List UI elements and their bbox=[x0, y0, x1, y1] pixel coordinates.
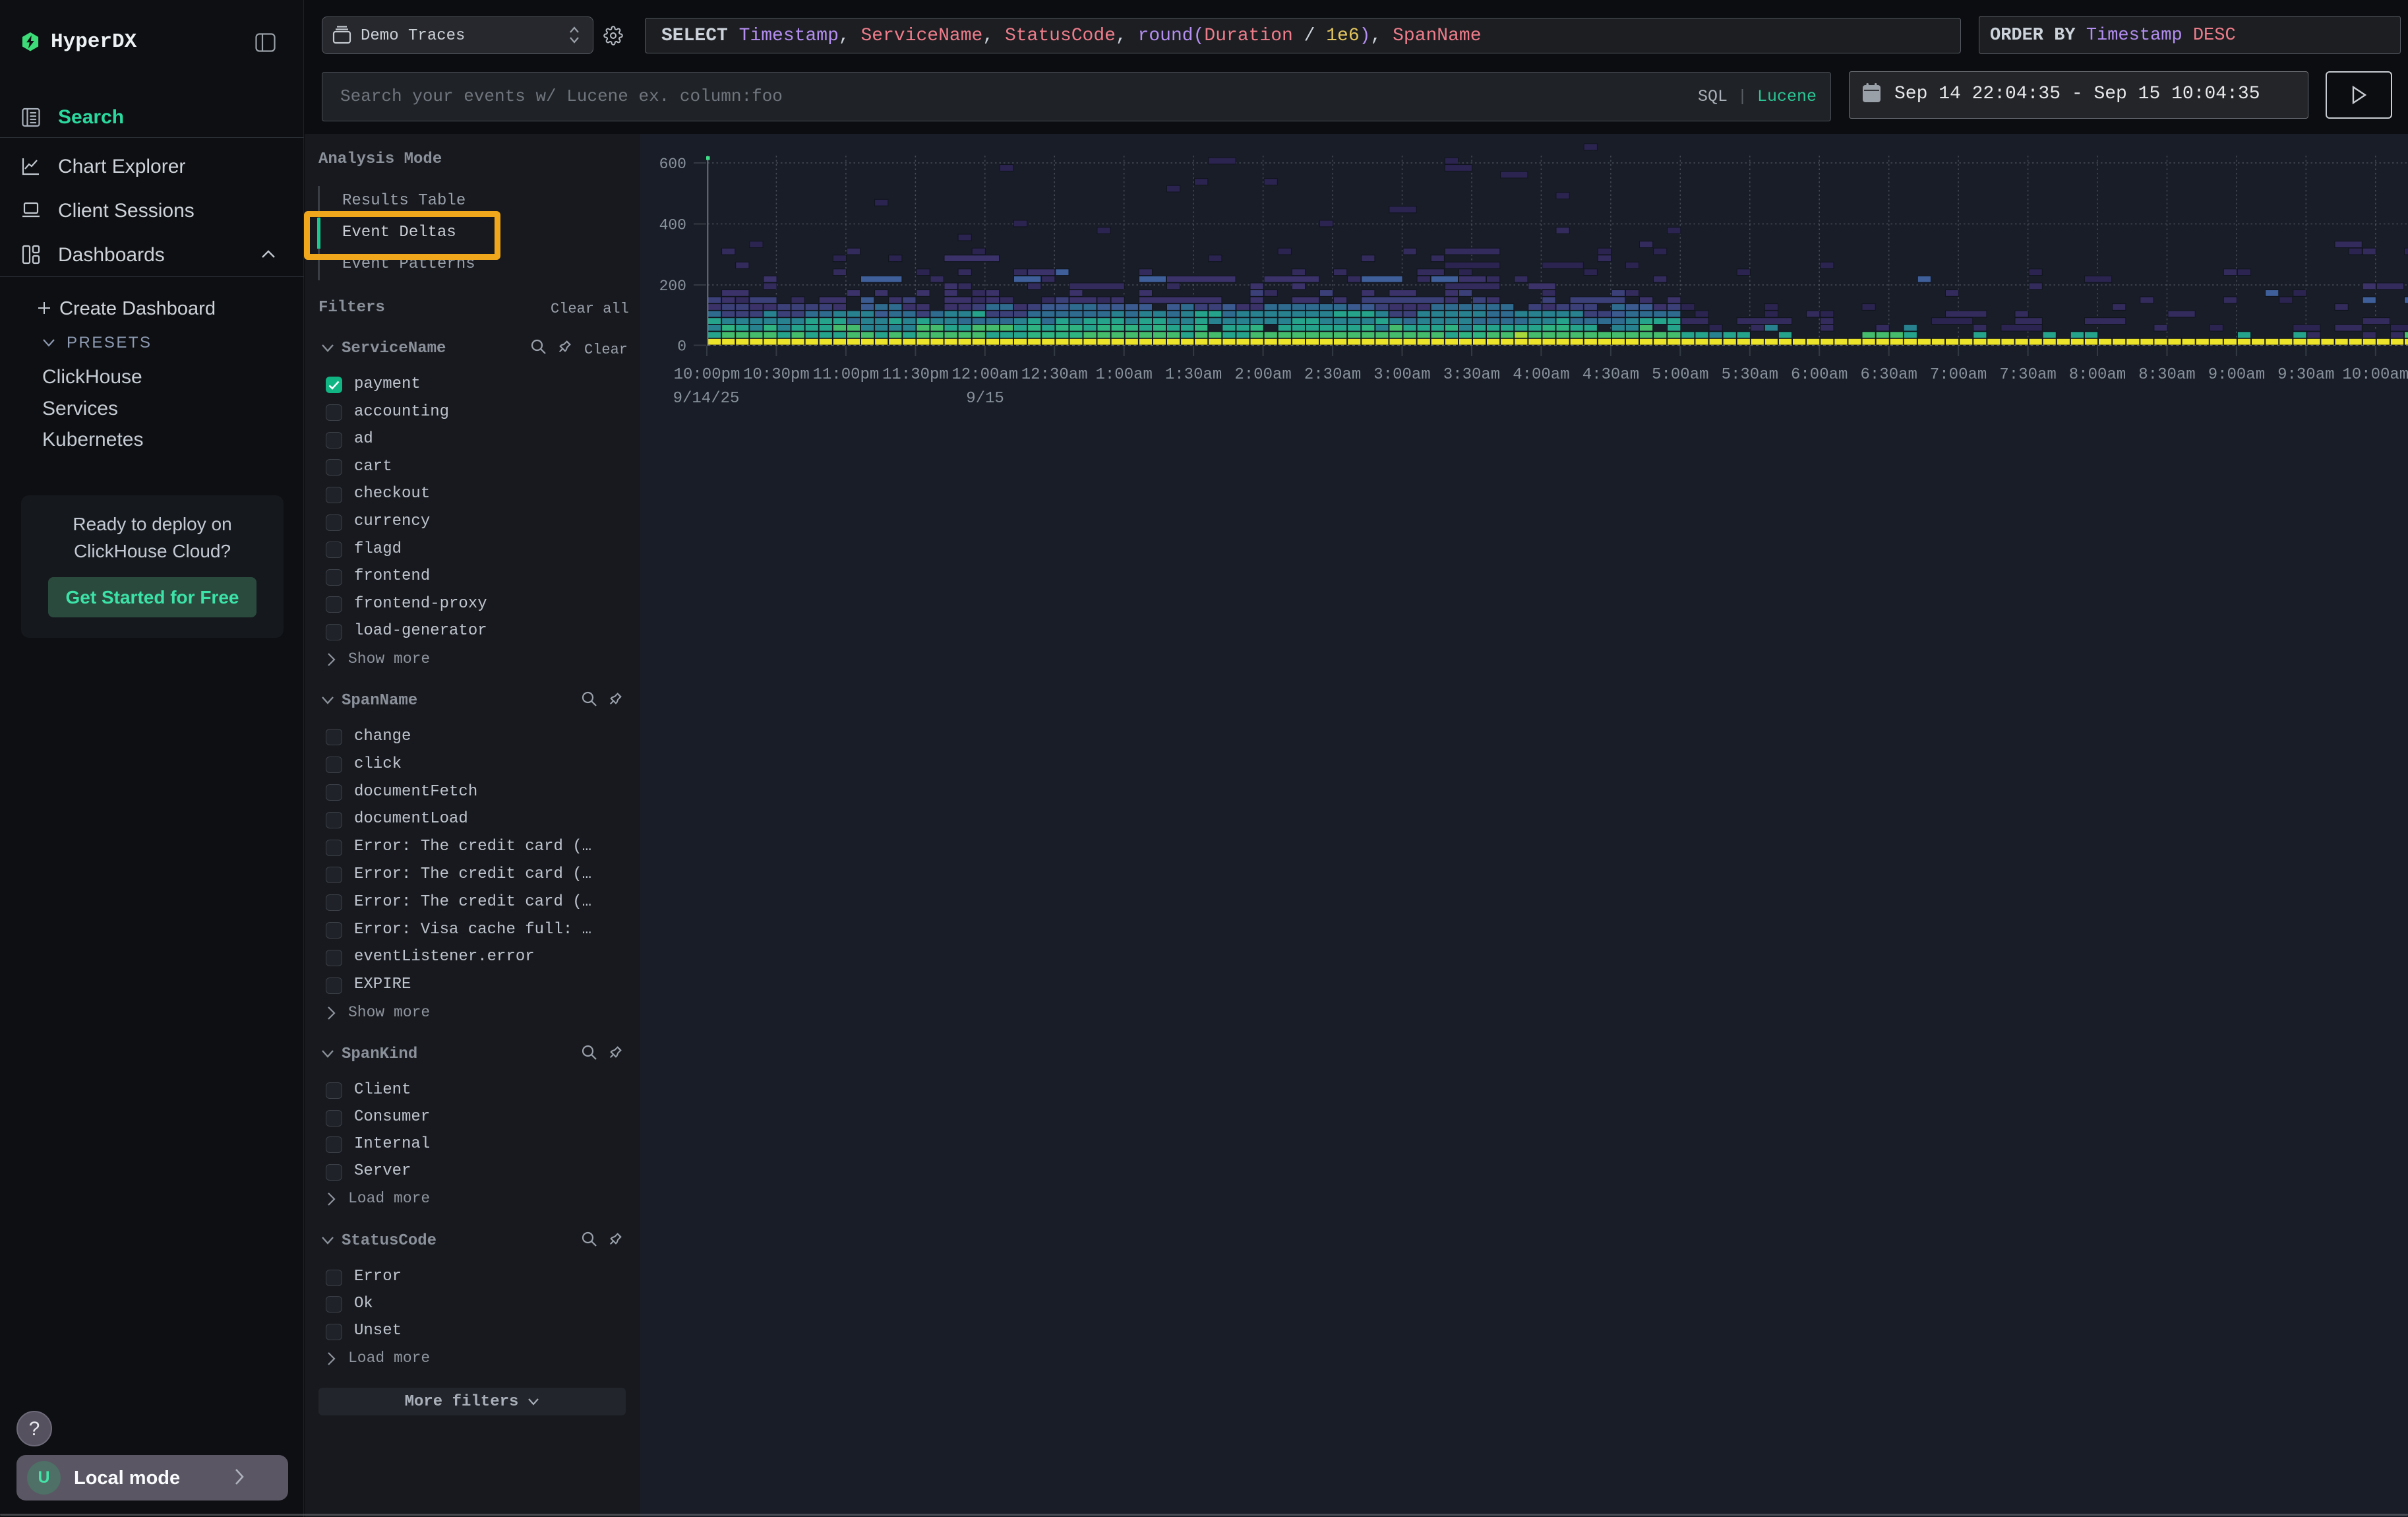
svg-text:200: 200 bbox=[659, 278, 686, 295]
svg-text:10:00am: 10:00am bbox=[2342, 366, 2408, 384]
svg-text:8:30am: 8:30am bbox=[2138, 366, 2195, 384]
svg-text:9:00am: 9:00am bbox=[2208, 366, 2265, 384]
svg-text:11:00pm: 11:00pm bbox=[812, 366, 879, 384]
svg-text:3:00am: 3:00am bbox=[1373, 366, 1430, 384]
svg-text:4:00am: 4:00am bbox=[1513, 366, 1569, 384]
svg-text:5:30am: 5:30am bbox=[1722, 366, 1778, 384]
svg-text:9:30am: 9:30am bbox=[2277, 366, 2334, 384]
svg-text:6:00am: 6:00am bbox=[1791, 366, 1848, 384]
svg-text:2:30am: 2:30am bbox=[1304, 366, 1361, 384]
svg-text:12:30am: 12:30am bbox=[1021, 366, 1088, 384]
svg-text:3:30am: 3:30am bbox=[1443, 366, 1500, 384]
svg-text:8:00am: 8:00am bbox=[2069, 366, 2126, 384]
svg-text:2:00am: 2:00am bbox=[1234, 366, 1291, 384]
svg-text:10:30pm: 10:30pm bbox=[743, 366, 810, 384]
svg-text:9/15: 9/15 bbox=[966, 390, 1004, 408]
svg-text:400: 400 bbox=[659, 217, 686, 234]
svg-text:5:00am: 5:00am bbox=[1652, 366, 1708, 384]
svg-text:10:00pm: 10:00pm bbox=[674, 366, 740, 384]
svg-text:11:30pm: 11:30pm bbox=[882, 366, 949, 384]
svg-text:0: 0 bbox=[677, 338, 686, 356]
svg-text:6:30am: 6:30am bbox=[1860, 366, 1917, 384]
svg-text:4:30am: 4:30am bbox=[1582, 366, 1639, 384]
svg-text:1:30am: 1:30am bbox=[1165, 366, 1222, 384]
svg-text:12:00am: 12:00am bbox=[951, 366, 1018, 384]
svg-text:7:00am: 7:00am bbox=[1930, 366, 1987, 384]
svg-text:9/14/25: 9/14/25 bbox=[673, 390, 740, 408]
svg-text:600: 600 bbox=[659, 156, 686, 173]
svg-text:1:00am: 1:00am bbox=[1095, 366, 1152, 384]
svg-text:7:30am: 7:30am bbox=[1999, 366, 2056, 384]
